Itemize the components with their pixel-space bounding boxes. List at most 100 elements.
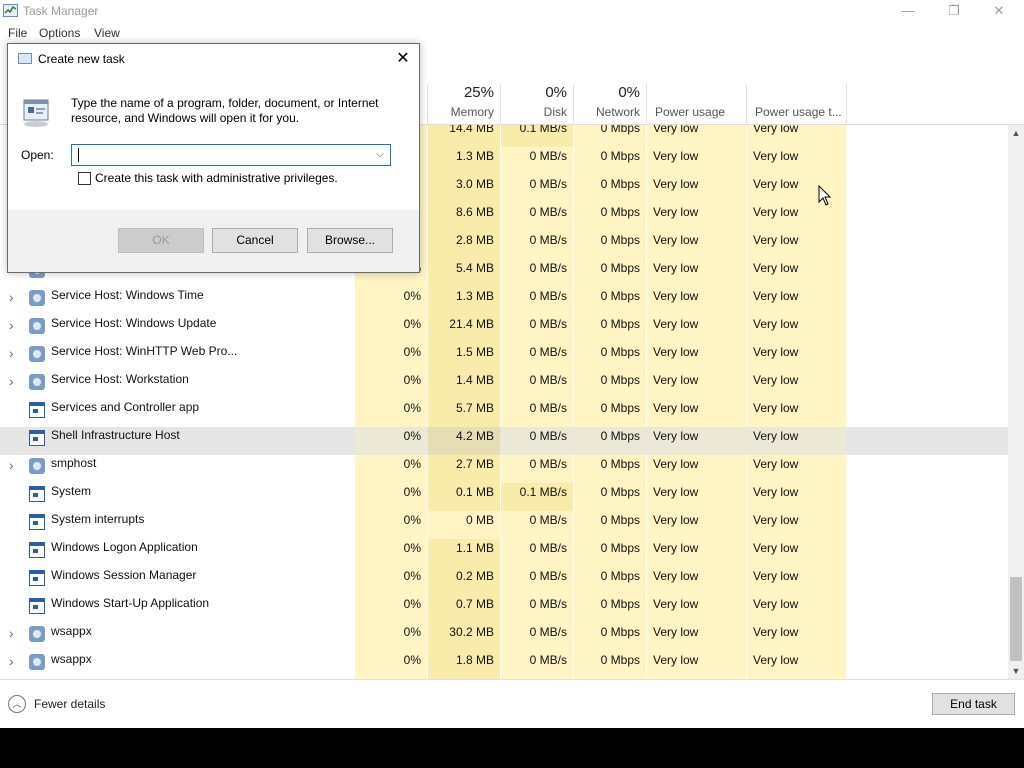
table-row[interactable]: › Service Host: Windows Update 0% 21.4 MB 0 … xyxy=(0,315,1008,343)
menu-view[interactable]: View xyxy=(94,26,120,40)
power-usage-trend-cell: Very low xyxy=(747,567,846,595)
chevron-right-icon[interactable]: › xyxy=(9,457,14,473)
cancel-button[interactable]: Cancel xyxy=(212,228,298,253)
table-row[interactable]: › smphost 0% 2.7 MB 0 MB/s 0 Mbps Very low Very… xyxy=(0,455,1008,483)
dialog-title-bar: Create new task ✕ xyxy=(8,44,419,74)
table-row[interactable]: › wsappx 0% 1.8 MB 0 MB/s 0 Mbps Very low Very … xyxy=(0,651,1008,679)
network-cell: 0 Mbps xyxy=(574,371,646,399)
process-name: Service Host: Windows Time xyxy=(51,288,204,302)
table-row[interactable]: Windows Session Manager 0% 0.2 MB 0 MB/s 0 M… xyxy=(0,567,1008,595)
restore-button[interactable]: ❐ xyxy=(931,0,977,22)
minimize-button[interactable]: — xyxy=(885,0,931,22)
memory-cell: 2.8 MB xyxy=(428,231,500,259)
disk-cell: 0 MB/s xyxy=(501,343,573,371)
table-row[interactable]: System interrupts 0% 0 MB 0 MB/s 0 Mbps Very … xyxy=(0,511,1008,539)
power-usage-cell: Very low xyxy=(647,427,746,455)
cpu-cell: 0% xyxy=(355,427,427,455)
text-cursor xyxy=(78,148,79,162)
menu-file[interactable]: File xyxy=(8,26,27,40)
power-usage-trend-cell: Very low xyxy=(747,203,846,231)
memory-label: Memory xyxy=(450,105,494,119)
header-memory[interactable]: 25% Memory xyxy=(428,84,500,124)
power-usage-trend-cell: Very low xyxy=(747,231,846,259)
memory-cell: 8.6 MB xyxy=(428,203,500,231)
cpu-cell: 0% xyxy=(355,455,427,483)
header-divider xyxy=(573,84,574,124)
cpu-cell: 0% xyxy=(355,623,427,651)
vertical-scrollbar[interactable]: ▲ ▼ xyxy=(1008,125,1024,679)
disk-cell: 0 MB/s xyxy=(501,455,573,483)
header-power-usage[interactable]: Power usage xyxy=(647,84,746,124)
dialog-body: Type the name of a program, folder, docu… xyxy=(8,74,419,210)
chevron-up-icon: ︿ xyxy=(8,695,26,713)
chevron-right-icon[interactable]: › xyxy=(9,345,14,361)
scroll-down-arrow-icon[interactable]: ▼ xyxy=(1008,663,1024,679)
table-row[interactable]: › Service Host: Workstation 0% 1.4 MB 0 MB/s… xyxy=(0,371,1008,399)
header-divider xyxy=(427,84,428,124)
dialog-close-button[interactable]: ✕ xyxy=(391,48,415,70)
table-row[interactable]: Windows Start-Up Application 0% 0.7 MB 0 MB… xyxy=(0,595,1008,623)
scrollbar-thumb[interactable] xyxy=(1010,577,1022,661)
memory-cell: 1.3 MB xyxy=(428,147,500,175)
chevron-right-icon[interactable]: › xyxy=(9,289,14,305)
disk-cell: 0 MB/s xyxy=(501,399,573,427)
memory-cell: 5.7 MB xyxy=(428,399,500,427)
footer-divider xyxy=(0,679,1024,680)
table-row[interactable]: Windows Logon Application 0% 1.1 MB 0 MB/s 0… xyxy=(0,539,1008,567)
admin-privileges-label[interactable]: Create this task with administrative pri… xyxy=(95,171,338,185)
table-row[interactable]: › Service Host: Windows Time 0% 1.3 MB 0 MB/… xyxy=(0,287,1008,315)
power-usage-cell: Very low xyxy=(647,567,746,595)
chevron-right-icon[interactable]: › xyxy=(9,625,14,641)
network-cell: 0 Mbps xyxy=(574,147,646,175)
table-row[interactable]: Services and Controller app 0% 5.7 MB 0 MB/… xyxy=(0,399,1008,427)
header-network[interactable]: 0% Network xyxy=(574,84,646,124)
power-usage-cell: Very low xyxy=(647,315,746,343)
end-task-button[interactable]: End task xyxy=(932,693,1015,715)
chevron-down-icon[interactable]: ⌵ xyxy=(372,147,388,163)
cpu-cell: 0% xyxy=(355,287,427,315)
open-input[interactable] xyxy=(74,147,369,163)
table-row[interactable]: System 0% 0.1 MB 0.1 MB/s 0 Mbps Very low Very… xyxy=(0,483,1008,511)
ok-button[interactable]: OK xyxy=(118,228,204,253)
network-cell: 0 Mbps xyxy=(574,175,646,203)
open-combobox[interactable]: ⌵ xyxy=(71,144,391,166)
memory-cell: 0.1 MB xyxy=(428,483,500,511)
network-cell: 0 Mbps xyxy=(574,539,646,567)
close-window-button[interactable]: ✕ xyxy=(976,0,1022,22)
chevron-right-icon[interactable]: › xyxy=(9,373,14,389)
chevron-right-icon[interactable]: › xyxy=(9,653,14,669)
chevron-right-icon[interactable]: › xyxy=(9,317,14,333)
gear-icon xyxy=(29,290,45,306)
gear-icon xyxy=(29,346,45,362)
scroll-up-arrow-icon[interactable]: ▲ xyxy=(1008,125,1024,141)
memory-cell: 1.5 MB xyxy=(428,343,500,371)
header-power-usage-trend[interactable]: Power usage t... xyxy=(747,84,846,124)
power-usage-trend-cell: Very low xyxy=(747,259,846,287)
network-cell: 0 Mbps xyxy=(574,399,646,427)
power-usage-trend-cell: Very low xyxy=(747,455,846,483)
window-title: Task Manager xyxy=(23,4,99,18)
memory-cell: 1.1 MB xyxy=(428,539,500,567)
window-app-icon xyxy=(29,598,45,614)
disk-cell: 0 MB/s xyxy=(501,427,573,455)
header-divider xyxy=(746,84,747,124)
disk-cell: 0 MB/s xyxy=(501,147,573,175)
table-row[interactable]: Shell Infrastructure Host 0% 4.2 MB 0 MB/s 0… xyxy=(0,427,1008,455)
disk-cell: 0.1 MB/s xyxy=(501,125,573,147)
network-percent: 0% xyxy=(618,84,640,101)
network-cell: 0 Mbps xyxy=(574,287,646,315)
process-name: Service Host: Windows Update xyxy=(51,316,217,330)
process-name: Service Host: WinHTTP Web Pro... xyxy=(51,344,238,358)
browse-button[interactable]: Browse... xyxy=(307,228,393,253)
window-app-icon xyxy=(29,486,45,502)
table-row[interactable]: › Service Host: WinHTTP Web Pro... 0% 1.5 M… xyxy=(0,343,1008,371)
menu-options[interactable]: Options xyxy=(39,26,80,40)
window-app-icon xyxy=(29,514,45,530)
power-usage-cell: Very low xyxy=(647,125,746,147)
table-row[interactable]: › wsappx 0% 30.2 MB 0 MB/s 0 Mbps Very low Very… xyxy=(0,623,1008,651)
power-usage-trend-cell: Very low xyxy=(747,595,846,623)
memory-cell: 30.2 MB xyxy=(428,623,500,651)
disk-cell: 0 MB/s xyxy=(501,595,573,623)
header-disk[interactable]: 0% Disk xyxy=(501,84,573,124)
admin-privileges-checkbox[interactable] xyxy=(78,172,91,185)
